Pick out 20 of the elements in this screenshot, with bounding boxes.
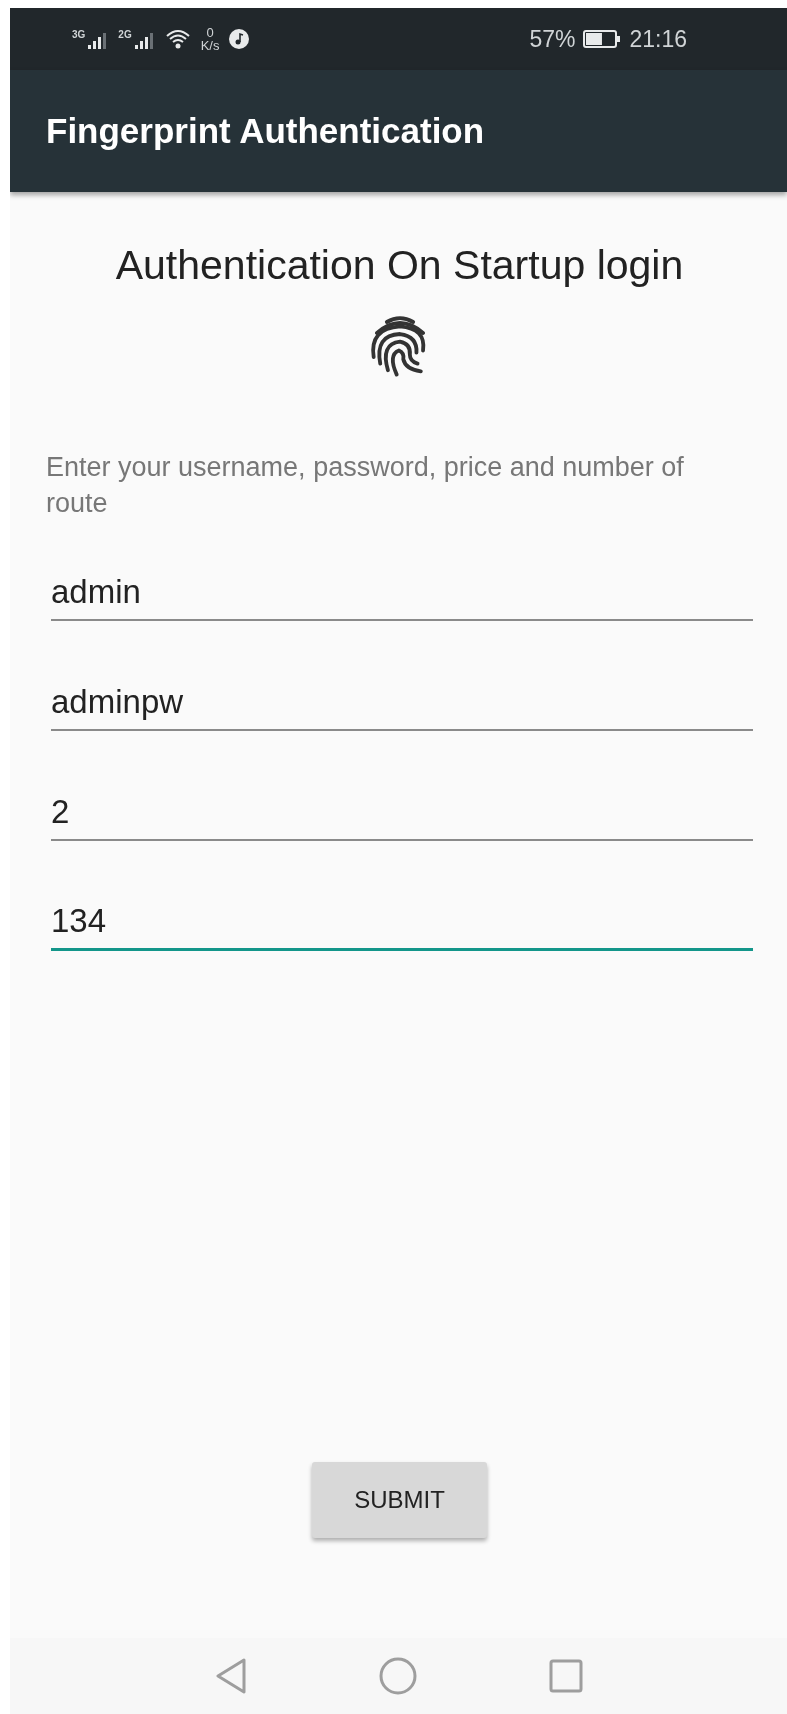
wifi-icon: [164, 28, 191, 50]
recents-icon[interactable]: [548, 1659, 583, 1693]
battery-percent: 57%: [529, 25, 576, 53]
input-field[interactable]: 134: [51, 893, 753, 951]
page-heading: Authentication On Startup login: [115, 242, 684, 289]
back-icon[interactable]: [214, 1658, 247, 1694]
app-title: Fingerprint Authentication: [46, 111, 485, 151]
network-type: 3G: [72, 29, 86, 40]
music-icon: [229, 29, 250, 49]
submit-button[interactable]: SUBMIT: [312, 1462, 487, 1538]
instructions: Enter your username, password, price and number of route: [46, 451, 685, 520]
input-field[interactable]: adminpw: [51, 673, 753, 731]
network-type: 2G: [118, 29, 132, 40]
input-field[interactable]: 2: [51, 783, 753, 841]
home-icon[interactable]: [378, 1657, 417, 1695]
speed-unit: K/s: [200, 39, 220, 52]
battery-icon: [583, 29, 622, 49]
clock: 21:16: [629, 25, 687, 53]
network-speed: 0: [206, 26, 214, 39]
input-field[interactable]: admin: [51, 563, 753, 621]
